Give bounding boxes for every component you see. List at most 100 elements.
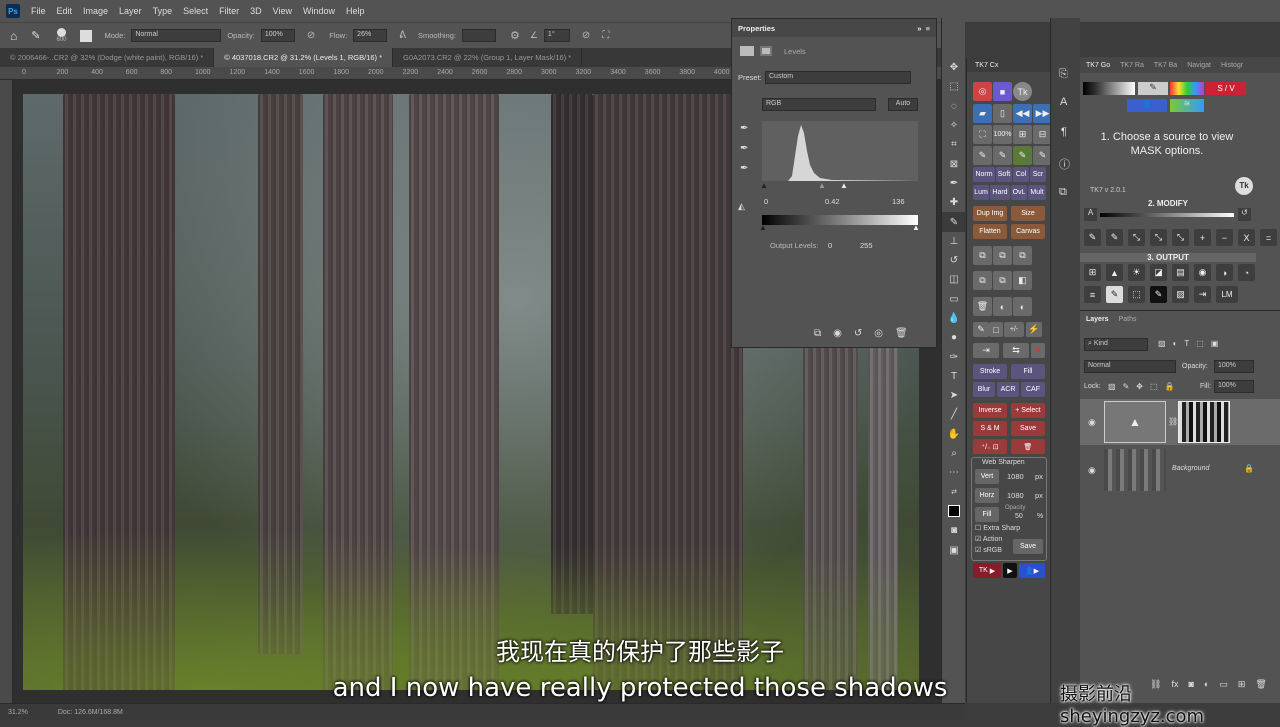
swap-icon[interactable]: ⇆ [1003, 343, 1029, 358]
output-camera-icon[interactable]: ◉ [1194, 264, 1211, 281]
blend-norm-button[interactable]: Norm [973, 167, 995, 182]
fill-sharpen-button[interactable]: Fill [975, 507, 999, 522]
visibility-eye-icon[interactable]: ◉ [1088, 465, 1096, 476]
horz-value[interactable]: 1080 [1007, 491, 1024, 500]
output-levels-icon[interactable]: ▲ [1106, 264, 1123, 281]
export-icon[interactable]: ⇥ [973, 343, 999, 358]
history-icon[interactable]: ⎘ [1059, 68, 1068, 81]
tab-tk7-ra[interactable]: TK7 Ra [1120, 62, 1144, 69]
output-black-value[interactable]: 0 [828, 241, 832, 250]
eyedropper-tool-icon[interactable]: ✒ [942, 174, 966, 193]
layers-stack-icon[interactable]: ≋ [1170, 99, 1204, 112]
quick-mask-icon[interactable]: ◙ [942, 521, 966, 540]
output-menu-icon[interactable]: ≡ [1084, 286, 1101, 303]
gray-eyedropper-icon[interactable]: ✒ [740, 143, 748, 154]
lock-all-icon[interactable]: 🔒 [1165, 382, 1175, 391]
output-8-icon[interactable]: ◔ [1238, 264, 1255, 281]
gradient-tool-icon[interactable]: ▭ [942, 290, 966, 309]
type-tool-icon[interactable]: T [942, 367, 966, 386]
doc-tab-1[interactable]: © 2006466-..CR2 @ 32% (Dodge (white pain… [0, 48, 215, 67]
layer-icon-4[interactable]: ⧉ [973, 271, 992, 290]
tab-tk7-go[interactable]: TK7 Go [1086, 62, 1110, 69]
zoom-100-icon[interactable]: 100% [993, 125, 1012, 144]
layer-icon-8[interactable]: ◐ [1013, 297, 1032, 316]
zoom-tool-icon[interactable]: ⌕ [942, 444, 966, 463]
brush-tool-icon[interactable]: ✎ [31, 29, 40, 42]
filter-type-icon[interactable]: T [1184, 339, 1189, 348]
brush-preset-picker[interactable]: 600 [56, 28, 66, 43]
blend-soft-button[interactable]: Soft [996, 167, 1012, 182]
menu-select[interactable]: Select [183, 6, 208, 16]
channel-select[interactable]: RGB [762, 98, 876, 111]
trash-icon[interactable]: 🗑 [895, 328, 908, 339]
path-select-tool-icon[interactable]: ➤ [942, 386, 966, 405]
trash-select-button[interactable]: 🗑 [1011, 439, 1045, 454]
output-export-icon[interactable]: ⇥ [1194, 286, 1211, 303]
gear-icon[interactable]: ⚙ [510, 29, 520, 42]
fill-button[interactable]: Fill [1011, 364, 1045, 379]
menu-filter[interactable]: Filter [219, 6, 239, 16]
tab-paths[interactable]: Paths [1119, 316, 1137, 323]
user-icon[interactable]: 👤 [1127, 99, 1167, 112]
doc-tab-2[interactable]: © 4037018.CR2 @ 31.2% (Levels 1, RGB/16)… [214, 48, 394, 67]
blend-col-button[interactable]: Col [1013, 167, 1029, 182]
input-white-slider[interactable]: ▲ [840, 181, 848, 190]
auto-button[interactable]: Auto [888, 98, 918, 111]
blur-button[interactable]: Blur [973, 382, 995, 397]
brush-mask-icon[interactable]: ✎ [973, 322, 989, 337]
menu-type[interactable]: Type [153, 6, 173, 16]
vert-value[interactable]: 1080 [1007, 472, 1024, 481]
blend-ovl-button[interactable]: OvL [1011, 185, 1027, 200]
lasso-tool-icon[interactable]: ◌ [942, 97, 966, 116]
plus-select-button[interactable]: + Select [1011, 403, 1045, 418]
opacity-field[interactable]: 100% [260, 29, 295, 42]
rewind-icon[interactable]: ◀◀ [1013, 104, 1032, 123]
modify-brush-black-icon[interactable]: ✎ [1084, 229, 1101, 246]
black-eyedropper-icon[interactable]: ✒ [740, 123, 748, 134]
output-exposure-icon[interactable]: ☀ [1128, 264, 1145, 281]
home-icon[interactable]: ⌂ [10, 29, 17, 43]
output-black-slider[interactable]: ▲ [759, 223, 767, 232]
color-wheel-icon[interactable] [1170, 82, 1204, 95]
pressure-size-icon[interactable]: ⊘ [582, 30, 590, 41]
play-black-button[interactable]: ▶ [1003, 563, 1017, 578]
output-paint-black-icon[interactable]: ✎ [1150, 286, 1167, 303]
output-paint-white-icon[interactable]: ✎ [1106, 286, 1123, 303]
plus-icon[interactable]: ⊞ [1013, 125, 1032, 144]
close-icon[interactable]: ✕ [1031, 343, 1045, 358]
filter-pixel-icon[interactable]: ▨ [1158, 339, 1166, 348]
save-button[interactable]: Save [1011, 421, 1045, 436]
pen-tool-icon[interactable]: ✑ [942, 347, 966, 366]
vert-button[interactable]: Vert [975, 469, 999, 484]
layer-icon-3[interactable]: ⧉ [1013, 246, 1032, 265]
tk-play-button[interactable]: TK ▶ [973, 563, 1001, 578]
flow-field[interactable]: 26% [353, 29, 388, 42]
action-checkbox[interactable]: ☑ Action [975, 535, 1002, 543]
modify-plus-icon[interactable]: + [1194, 229, 1211, 246]
menu-help[interactable]: Help [346, 6, 365, 16]
input-gamma-value[interactable]: 0.42 [825, 197, 840, 206]
info-icon[interactable]: ⓘ [1059, 156, 1070, 172]
output-white-value[interactable]: 255 [860, 241, 873, 250]
pressure-opacity-icon[interactable]: ⊘ [307, 30, 315, 41]
modify-tool-4-icon[interactable]: ⤡ [1150, 229, 1167, 246]
brush-settings-icon[interactable] [80, 29, 93, 42]
input-black-value[interactable]: 0 [764, 197, 768, 206]
panel-collapse-icon[interactable]: » ≡ [917, 24, 930, 33]
modify-reset-icon[interactable]: ↺ [1238, 208, 1251, 221]
lock-artboard-icon[interactable]: ⬚ [1150, 382, 1158, 391]
menu-edit[interactable]: Edit [57, 6, 73, 16]
size-button[interactable]: Size [1011, 206, 1045, 221]
output-curves-icon[interactable]: ◪ [1150, 264, 1167, 281]
modify-tool-5-icon[interactable]: ⤡ [1172, 229, 1189, 246]
square-mask-icon[interactable]: □ [989, 322, 1003, 337]
stroke-button[interactable]: Stroke [973, 364, 1007, 379]
input-gamma-slider[interactable]: ▲ [818, 181, 826, 190]
symmetry-icon[interactable]: ⛶ [602, 30, 609, 41]
blend-mult-button[interactable]: Mult [1028, 185, 1046, 200]
tab-histogram[interactable]: Histogr [1221, 62, 1243, 69]
canvas-button[interactable]: Canvas [1011, 224, 1045, 239]
flatten-button[interactable]: Flatten [973, 224, 1007, 239]
open-folder-icon[interactable]: ▰ [973, 104, 992, 123]
preset-select[interactable]: Custom [765, 71, 911, 84]
